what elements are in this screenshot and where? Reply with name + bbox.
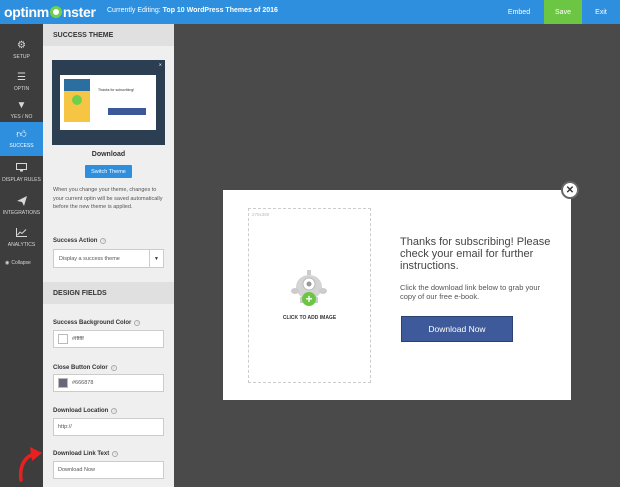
theme-name: Download [91,151,126,158]
help-icon[interactable]: ? [110,365,117,371]
red-arrow-icon [18,447,42,482]
paper-plane-icon [16,196,27,208]
nav-label: SETUP [13,54,30,60]
download-location-label: Download Location ? [53,408,118,414]
nav-integrations[interactable]: INTEGRATIONS [0,190,43,222]
popup-title[interactable]: Thanks for subscribing! Please check you… [400,236,560,272]
nav-display-rules[interactable]: DISPLAY RULES [0,157,43,189]
color-swatch[interactable] [58,334,68,344]
select-value: Display a success theme [59,255,120,262]
label-text: Download Location [53,408,109,414]
embed-button[interactable]: Embed [494,0,544,24]
label-text: Success Action [53,238,98,244]
monster-icon [49,6,62,18]
logo-text-end: nster [62,4,96,20]
left-nav: ⚙ SETUP ☰ OPTIN ▼ YES / NO 👍︎ SUCCESS DI… [0,24,43,487]
nav-label: SUCCESS [9,143,34,149]
editing-label: Currently Editing: [107,7,161,14]
gear-icon: ⚙ [17,40,26,51]
download-text-label: Download Link Text ? [53,451,119,457]
preview-card: Thanks for subscribing! [60,75,156,130]
nav-label: YES / NO [10,114,33,120]
collapse-label: Collapse [11,260,31,266]
nav-label: DISPLAY RULES [2,177,41,183]
image-dimensions: 275x380 [252,212,270,217]
optinmonster-logo[interactable]: optinm nster [4,3,96,21]
success-action-label: Success Action ? [53,238,107,244]
currently-editing: Currently Editing: Top 10 WordPress Them… [107,7,278,14]
input-value: #666878 [72,380,94,386]
help-icon[interactable]: ? [111,408,118,414]
theme-change-note: When you change your theme, changes to y… [53,187,163,210]
image-placeholder[interactable]: 275x380 + CLICK TO ADD IMAGE [248,208,371,383]
preview-thanks-text: Thanks for subscribing! [98,88,135,92]
nav-label: OPTIN [13,86,30,92]
list-icon: ☰ [17,72,26,83]
logo-text-start: optinm [4,4,49,20]
help-icon[interactable]: ? [134,320,141,326]
success-theme-heading: SUCCESS THEME [43,24,174,46]
sidebar-panel: SUCCESS THEME Thanks for subscribing! ✕ … [43,24,174,487]
help-icon[interactable]: ? [112,451,119,457]
color-swatch[interactable] [58,378,68,388]
add-image-icon[interactable]: + [302,292,316,306]
popup-body-text[interactable]: Click the download link below to grab yo… [400,283,550,301]
theme-preview[interactable]: Thanks for subscribing! ✕ [52,60,165,145]
preview-button [108,108,146,115]
nav-label: INTEGRATIONS [2,210,41,216]
label-text: Download Link Text [53,451,110,457]
download-now-button[interactable]: Download Now [401,316,513,342]
preview-book-title-band [64,79,90,91]
collapse-button[interactable]: ◉ Collapse [5,260,31,266]
monitor-icon [16,163,27,175]
close-color-field[interactable]: #666878 [53,374,164,392]
preview-close-icon: ✕ [158,62,162,67]
help-icon[interactable]: ? [100,238,107,244]
preview-ebook-cover [64,79,90,122]
filter-icon: ▼ [16,100,27,111]
chart-icon [16,228,27,240]
success-popup-preview: 275x380 + CLICK TO ADD IMAGE Thanks for … [223,190,571,400]
bg-color-label: Success Background Color ? [53,320,141,326]
close-color-label: Close Button Color ? [53,365,117,371]
input-value: #ffffff [72,336,84,342]
thumbs-up-icon: 👍︎ [16,129,27,140]
bg-color-field[interactable]: #ffffff [53,330,164,348]
download-text-input[interactable]: Download Now [53,461,164,479]
click-to-add-image[interactable]: CLICK TO ADD IMAGE [249,315,370,321]
editing-title: Top 10 WordPress Themes of 2016 [162,7,278,14]
monster-icon [72,95,82,105]
label-text: Success Background Color [53,320,132,326]
save-button[interactable]: Save [544,0,582,24]
label-text: Close Button Color [53,365,108,371]
nav-analytics[interactable]: ANALYTICS [0,222,43,254]
design-fields-heading: DESIGN FIELDS [43,282,174,304]
switch-theme-button[interactable]: Switch Theme [85,165,132,178]
nav-success[interactable]: 👍︎ SUCCESS [0,122,43,156]
nav-label: ANALYTICS [7,242,36,248]
collapse-icon: ◉ [5,260,10,266]
success-action-select[interactable]: Display a success theme ▼ [53,249,164,268]
popup-close-icon[interactable]: ✕ [561,181,579,199]
exit-button[interactable]: Exit [582,0,620,24]
nav-setup[interactable]: ⚙ SETUP [0,34,43,66]
caret-down-icon: ▼ [149,250,163,267]
top-bar: optinm nster Currently Editing: Top 10 Wo… [0,0,620,24]
download-location-input[interactable]: http:// [53,418,164,436]
